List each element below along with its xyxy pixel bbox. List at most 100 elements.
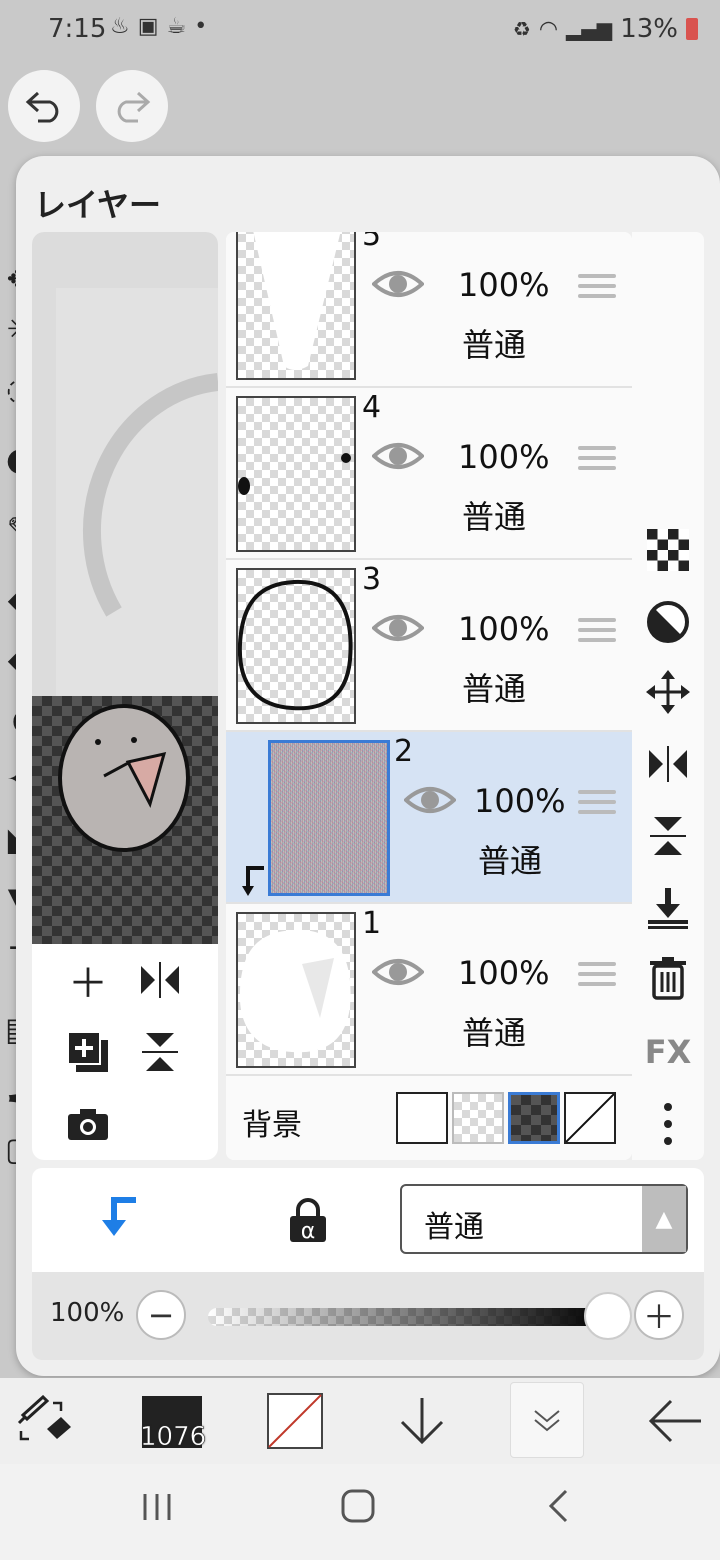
- visibility-eye-icon[interactable]: [372, 954, 424, 990]
- fx-button[interactable]: FX: [642, 1026, 694, 1078]
- preview-area: ＋: [32, 232, 218, 1160]
- visibility-eye-icon[interactable]: [372, 438, 424, 474]
- layer-thumbnail: [236, 568, 356, 724]
- layer-row-1[interactable]: 1 100% 普通: [226, 904, 632, 1076]
- merge-down-icon: [648, 888, 688, 929]
- canvas-preview: [32, 232, 218, 696]
- cup-icon: ☕: [166, 14, 195, 39]
- flip-vertical-icon: [142, 1033, 178, 1071]
- drag-handle-icon[interactable]: [578, 962, 616, 990]
- flip-layer-horizontal-button[interactable]: [130, 950, 190, 1010]
- opacity-row: 100% − ＋: [32, 1272, 704, 1360]
- collapse-button[interactable]: [510, 1382, 584, 1458]
- chevron-double-down-icon: [534, 1410, 560, 1432]
- system-nav-bar: [0, 1464, 720, 1560]
- recent-apps-button[interactable]: [140, 1488, 174, 1534]
- layer-blend-mode: 普通: [462, 326, 527, 364]
- drag-handle-icon[interactable]: [578, 790, 616, 818]
- layer-list: 5 100% 普通 4 100% 普通 3 100% 普通 2 100% 普通: [226, 232, 632, 1160]
- blend-mode-select[interactable]: 普通 ▲: [400, 1184, 688, 1254]
- background-checker-swatch[interactable]: [452, 1092, 504, 1144]
- background-label: 背景: [242, 1108, 302, 1143]
- flip-horizontal-icon: [649, 746, 687, 782]
- more-button[interactable]: [642, 1098, 694, 1150]
- opacity-increase-button[interactable]: ＋: [634, 1290, 684, 1340]
- visibility-eye-icon[interactable]: [372, 610, 424, 646]
- brush-eraser-swap-button[interactable]: [10, 1378, 80, 1464]
- layer-row-4[interactable]: 4 100% 普通: [226, 388, 632, 560]
- layer-blend-mode: 普通: [462, 1014, 527, 1052]
- background-none-swatch[interactable]: [564, 1092, 616, 1144]
- undo-button[interactable]: [8, 70, 80, 142]
- move-layer-button[interactable]: [642, 666, 694, 718]
- alpha-lock-button[interactable]: α: [286, 1198, 330, 1244]
- layer-row-2[interactable]: 2 100% 普通: [226, 732, 632, 904]
- delete-layer-button[interactable]: [642, 952, 694, 1004]
- recent-apps-icon: [143, 1494, 171, 1520]
- system-back-button[interactable]: [546, 1488, 570, 1534]
- duplicate-layer-button[interactable]: [58, 1022, 118, 1082]
- status-time: 7:15: [48, 14, 107, 44]
- move-icon: [646, 670, 690, 714]
- contrast-button[interactable]: [642, 596, 694, 648]
- dot-icon: •: [194, 14, 216, 39]
- opacity-decrease-button[interactable]: −: [136, 1290, 186, 1340]
- drag-handle-icon[interactable]: [578, 618, 616, 646]
- canvas-preview-circle: [56, 288, 218, 696]
- drag-handle-icon[interactable]: [578, 446, 616, 474]
- secondary-color-button[interactable]: [250, 1378, 340, 1464]
- home-button[interactable]: [340, 1488, 376, 1534]
- arrow-left-icon: [648, 1399, 701, 1443]
- checker-button[interactable]: [642, 524, 694, 576]
- layer-blend-mode: 普通: [462, 498, 527, 536]
- background-row: 背景: [226, 1076, 632, 1160]
- opacity-slider-fill: [208, 1308, 608, 1326]
- flip-horizontal-button[interactable]: [642, 738, 694, 790]
- checker-icon: [647, 529, 689, 571]
- brush-size-label: 1076: [140, 1422, 207, 1453]
- visibility-eye-icon[interactable]: [404, 782, 456, 818]
- merge-down-button[interactable]: [642, 882, 694, 934]
- flip-vertical-icon: [650, 817, 686, 855]
- background-white-swatch[interactable]: [396, 1092, 448, 1144]
- layer-row-3[interactable]: 3 100% 普通: [226, 560, 632, 732]
- flip-vertical-button[interactable]: [642, 810, 694, 862]
- home-icon: [341, 1489, 375, 1523]
- blend-mode-value: 普通: [424, 1210, 484, 1245]
- camera-icon: [68, 1109, 108, 1140]
- layer-row-5[interactable]: 5 100% 普通: [226, 232, 632, 388]
- dropdown-arrow-icon: ▲: [642, 1186, 686, 1252]
- layer-number: 4: [362, 390, 382, 425]
- back-button[interactable]: [632, 1378, 718, 1464]
- more-icon: [664, 1103, 672, 1145]
- drag-handle-icon[interactable]: [578, 274, 616, 302]
- notification-icons: ♨▣☕•: [110, 14, 215, 39]
- battery-icon: [686, 18, 698, 40]
- opacity-slider[interactable]: [208, 1308, 608, 1326]
- camera-button[interactable]: [58, 1094, 118, 1154]
- layer-preview-art: [32, 696, 218, 944]
- layer-blend-mode: 普通: [478, 842, 543, 880]
- undo-icon: [25, 91, 59, 123]
- visibility-eye-icon[interactable]: [372, 266, 424, 302]
- add-layer-button[interactable]: ＋: [58, 950, 118, 1010]
- flame-icon: ♨: [110, 14, 138, 39]
- layer-opacity: 100%: [458, 438, 550, 476]
- clipping-toggle[interactable]: [100, 1196, 140, 1251]
- flip-horizontal-icon: [141, 962, 179, 998]
- layer-number: 2: [394, 734, 414, 769]
- arrow-down-icon: [400, 1398, 444, 1445]
- image-icon: ▣: [137, 14, 167, 39]
- layer-number: 5: [362, 232, 382, 253]
- layer-number: 3: [362, 562, 382, 597]
- opacity-slider-thumb[interactable]: [584, 1292, 632, 1340]
- layer-4-drawing: [238, 453, 351, 495]
- scroll-down-button[interactable]: [380, 1378, 464, 1464]
- layer-opacity: 100%: [458, 610, 550, 648]
- alpha-lock-icon: α: [290, 1198, 326, 1244]
- flip-layer-vertical-button[interactable]: [130, 1022, 190, 1082]
- redo-button[interactable]: [96, 70, 168, 142]
- recycle-icon: ♻: [512, 17, 531, 41]
- no-background-icon: [565, 1093, 615, 1143]
- background-dark-checker-swatch[interactable]: [508, 1092, 560, 1144]
